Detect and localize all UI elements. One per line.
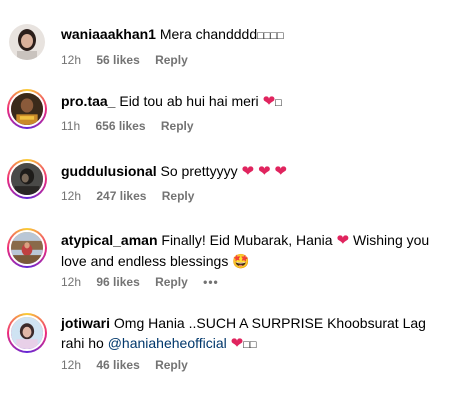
- comment-text: waniaaakhan1 Mera chandddd□□□□: [61, 24, 432, 46]
- comment-text: atypical_aman Finally! Eid Mubarak, Hani…: [61, 230, 432, 271]
- emoji-placeholder: □: [275, 97, 282, 109]
- comment-meta: 12h 247 likes Reply: [61, 188, 206, 204]
- comment-text: pro.taa_ Eid tou ab hui hai meri ❤□: [61, 91, 432, 113]
- comment-text: guddulusional So prettyyyy ❤ ❤ ❤: [61, 161, 432, 182]
- comment-likes[interactable]: 46 likes: [96, 357, 139, 373]
- comment-time: 12h: [61, 189, 82, 203]
- comment-meta: 12h 46 likes Reply: [61, 357, 200, 373]
- reply-button[interactable]: Reply: [162, 188, 195, 204]
- comment-body: So prettyyyy: [160, 163, 238, 179]
- comment-body: Finally! Eid Mubarak, Hania: [161, 232, 333, 248]
- comment-time: 12h: [61, 275, 82, 289]
- emoji-placeholder: □□: [243, 339, 257, 351]
- mention-link[interactable]: @haniaheheofficial: [108, 335, 227, 351]
- comment-text: jotiwari Omg Hania ..SUCH A SURPRISE Kho…: [61, 313, 432, 355]
- heart-emoji: ❤: [230, 335, 244, 352]
- comment-meta: 12h 96 likes Reply •••: [61, 274, 231, 290]
- star-struck-emoji: 🤩: [232, 253, 250, 269]
- comment-username[interactable]: pro.taa_: [61, 93, 115, 109]
- more-options-icon[interactable]: •••: [203, 274, 219, 290]
- avatar-image: [11, 232, 43, 264]
- avatar[interactable]: [7, 89, 47, 129]
- avatar[interactable]: [7, 159, 47, 199]
- comment-item: atypical_aman Finally! Eid Mubarak, Hani…: [0, 224, 462, 296]
- comment-item: jotiwari Omg Hania ..SUCH A SURPRISE Kho…: [0, 309, 462, 381]
- avatar-image: [9, 24, 45, 60]
- reply-button[interactable]: Reply: [155, 274, 188, 290]
- comment-body: Mera chandddd: [159, 26, 258, 42]
- comment-likes[interactable]: 656 likes: [95, 118, 145, 134]
- comment-likes[interactable]: 247 likes: [96, 188, 146, 204]
- comment-time: 12h: [61, 53, 82, 67]
- emoji-placeholder: □□□□: [257, 30, 284, 42]
- comment-username[interactable]: atypical_aman: [61, 232, 158, 248]
- comment-username[interactable]: guddulusional: [61, 163, 157, 179]
- comment-likes[interactable]: 56 likes: [96, 52, 139, 68]
- reply-button[interactable]: Reply: [155, 52, 188, 68]
- avatar[interactable]: [7, 313, 47, 353]
- comment-item: pro.taa_ Eid tou ab hui hai meri ❤□ 11h …: [0, 85, 462, 141]
- avatar[interactable]: [7, 228, 47, 268]
- heart-emoji: ❤: [336, 232, 350, 249]
- comment-time: 11h: [61, 119, 81, 133]
- comment-username[interactable]: jotiwari: [61, 315, 110, 331]
- comment-meta: 11h 656 likes Reply: [61, 118, 206, 134]
- comment-body: Eid tou ab hui hai meri: [119, 93, 259, 109]
- comment-meta: 12h 56 likes Reply: [61, 52, 200, 68]
- avatar-image: [11, 317, 43, 349]
- avatar-image: [11, 93, 43, 125]
- heart-emoji: ❤: [262, 93, 276, 110]
- avatar-image: [11, 163, 43, 195]
- comment-item: guddulusional So prettyyyy ❤ ❤ ❤ 12h 247…: [0, 155, 462, 211]
- heart-emoji: ❤: [241, 163, 255, 180]
- comment-item: waniaaakhan1 Mera chandddd□□□□ 12h 56 li…: [0, 18, 462, 74]
- reply-button[interactable]: Reply: [161, 118, 194, 134]
- comment-likes[interactable]: 96 likes: [96, 274, 139, 290]
- heart-emoji: ❤: [257, 163, 271, 180]
- comment-time: 12h: [61, 358, 82, 372]
- reply-button[interactable]: Reply: [155, 357, 188, 373]
- comment-username[interactable]: waniaaakhan1: [61, 26, 156, 42]
- avatar[interactable]: [9, 24, 45, 60]
- heart-emoji: ❤: [274, 163, 287, 180]
